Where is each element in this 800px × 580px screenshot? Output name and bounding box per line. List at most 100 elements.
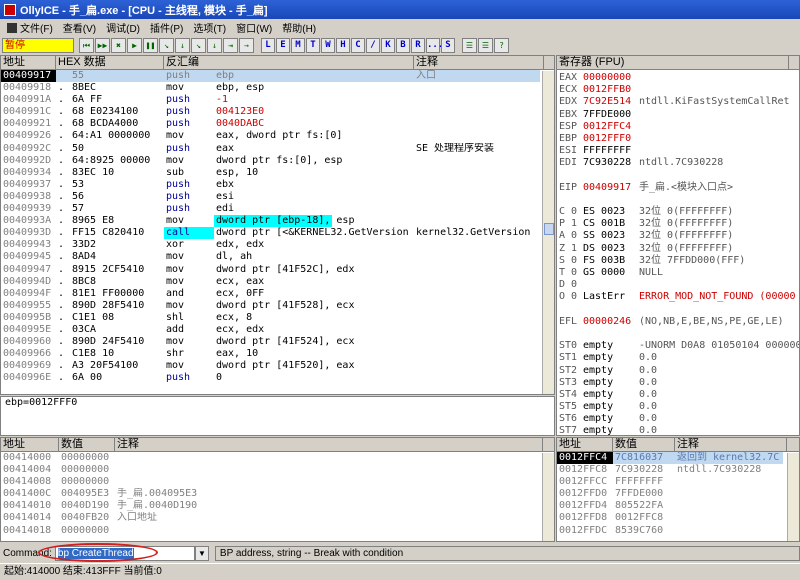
register-row[interactable]: ST7 empty 0.0 bbox=[557, 425, 799, 435]
disasm-row[interactable]: 0040991A. 6A FF push -1 bbox=[1, 94, 554, 106]
register-row[interactable]: ESP 0012FFC4 bbox=[557, 121, 799, 133]
disasm-row[interactable]: 00409937. 53 push ebx bbox=[1, 179, 554, 191]
register-row[interactable]: C 0 ES 0023 32位 0(FFFFFFFF) bbox=[557, 206, 799, 218]
disasm-row[interactable]: 0040994D. 8BC8 mov ecx, eax bbox=[1, 276, 554, 288]
register-row[interactable] bbox=[557, 194, 799, 206]
register-row[interactable]: EBX 7FFDE000 bbox=[557, 109, 799, 121]
col-hex[interactable]: HEX 数据 bbox=[56, 56, 164, 69]
register-row[interactable]: T 0 GS 0000 NULL bbox=[557, 267, 799, 279]
disasm-row[interactable]: 00409945. 8AD4 mov dl, ah bbox=[1, 251, 554, 263]
toolbar-button-4[interactable]: ❚❚ bbox=[143, 37, 158, 53]
disasm-row[interactable]: 0040992C. 50 push eax SE 处理程序安装 bbox=[1, 143, 554, 155]
toolbar-extra-button-2[interactable]: ? bbox=[494, 37, 509, 53]
disasm-row[interactable]: 00409966. C1E8 10 shr eax, 10 bbox=[1, 348, 554, 360]
toolbar-button-3[interactable]: ▶ bbox=[127, 37, 142, 53]
disasm-row[interactable]: 00409947. 8915 2CF5410 mov dword ptr [41F52… bbox=[1, 264, 554, 276]
toolbar-window-button-6[interactable]: C bbox=[351, 37, 365, 53]
dump-row[interactable]: 00414010 0040D190 手_扁.0040D190 bbox=[1, 500, 554, 512]
col-address[interactable]: 地址 bbox=[1, 56, 56, 69]
register-row[interactable]: EDX 7C92E514 ntdll.KiFastSystemCallRet bbox=[557, 96, 799, 108]
toolbar-window-button-2[interactable]: M bbox=[291, 37, 305, 53]
toolbar-window-button-9[interactable]: B bbox=[396, 37, 410, 53]
toolbar-window-button-0[interactable]: L bbox=[261, 37, 275, 53]
disassembly-scrollbar[interactable] bbox=[542, 71, 554, 394]
menu-item-3[interactable]: 插件(P) bbox=[145, 20, 188, 35]
register-row[interactable]: EFL 00000246 (NO,NB,E,BE,NS,PE,GE,LE) bbox=[557, 316, 799, 328]
register-row[interactable]: EDI 7C930228 ntdll.7C930228 bbox=[557, 157, 799, 169]
toolbar-window-button-1[interactable]: E bbox=[276, 37, 290, 53]
stack-row[interactable]: 0012FFC8 7C930228 ntdll.7C930228 bbox=[557, 464, 799, 476]
toolbar-extra-button-1[interactable]: ☰ bbox=[478, 37, 493, 53]
dump-row[interactable]: 00414014 0040FB20 入口地址 bbox=[1, 512, 554, 524]
stack-col-comment[interactable]: 注释 bbox=[675, 438, 787, 451]
dump-col-comment[interactable]: 注释 bbox=[115, 438, 543, 451]
menu-item-1[interactable]: 查看(V) bbox=[58, 20, 101, 35]
disassembly-pane[interactable]: 地址 HEX 数据 反汇编 注释 00409917 55 push ebp 入口 0040… bbox=[0, 55, 555, 395]
dump-row[interactable]: 00414008 00000000 bbox=[1, 476, 554, 488]
disasm-row[interactable]: 00409938. 56 push esi bbox=[1, 191, 554, 203]
toolbar-button-9[interactable]: ⇥ bbox=[223, 37, 238, 53]
register-row[interactable]: O 0 LastErr ERROR_MOD_NOT_FOUND (00000 bbox=[557, 291, 799, 303]
register-row[interactable]: EBP 0012FFF0 bbox=[557, 133, 799, 145]
dump-row[interactable]: 0041400C 004095E3 手_扁.004095E3 bbox=[1, 488, 554, 500]
disasm-row[interactable]: 0040993D. FF15 C820410 call dword ptr [<&KE… bbox=[1, 227, 554, 240]
stack-row[interactable]: 0012FFCC FFFFFFFF bbox=[557, 476, 799, 488]
register-row[interactable]: P 1 CS 001B 32位 0(FFFFFFFF) bbox=[557, 218, 799, 230]
disasm-row[interactable]: 00409918. 8BEC mov ebp, esp bbox=[1, 82, 554, 94]
disasm-row[interactable]: 00409934. 83EC 10 sub esp, 10 bbox=[1, 167, 554, 179]
dump-col-value[interactable]: 数值 bbox=[59, 438, 115, 451]
toolbar-button-5[interactable]: ↘ bbox=[159, 37, 174, 53]
toolbar-button-10[interactable]: → bbox=[239, 37, 254, 53]
toolbar-window-button-10[interactable]: R bbox=[411, 37, 425, 53]
register-row[interactable]: EIP 00409917 手_扁.<模块入口点> bbox=[557, 182, 799, 194]
disasm-row[interactable]: 0040995E. 03CA add ecx, edx bbox=[1, 324, 554, 336]
disasm-row[interactable]: 00409955. 890D 28F5410 mov dword ptr [41F52… bbox=[1, 300, 554, 312]
dump-row[interactable]: 00414000 00000000 bbox=[1, 452, 554, 464]
register-row[interactable]: ESI FFFFFFFF bbox=[557, 145, 799, 157]
dump-pane[interactable]: 地址 数值 注释 00414000 00000000 00414004 0000000… bbox=[0, 437, 555, 542]
disasm-row[interactable]: 00409939. 57 push edi bbox=[1, 203, 554, 215]
dump-row[interactable]: 00414018 00000000 bbox=[1, 525, 554, 537]
toolbar-window-button-3[interactable]: T bbox=[306, 37, 320, 53]
col-disasm[interactable]: 反汇编 bbox=[164, 56, 414, 69]
toolbar-button-7[interactable]: ↘ bbox=[191, 37, 206, 53]
menu-item-4[interactable]: 选项(T) bbox=[188, 20, 231, 35]
disasm-row[interactable]: 00409943. 33D2 xor edx, edx bbox=[1, 239, 554, 251]
register-row[interactable] bbox=[557, 170, 799, 182]
disasm-row[interactable]: 0040994F. 81E1 FF00000 and ecx, 0FF bbox=[1, 288, 554, 300]
register-row[interactable]: ST1 empty 0.0 bbox=[557, 352, 799, 364]
stack-row[interactable]: 0012FFD4 805522FA bbox=[557, 500, 799, 512]
disasm-row[interactable]: 00409921. 68 BCDA4000 push 0040DABC bbox=[1, 118, 554, 130]
stack-col-value[interactable]: 数值 bbox=[613, 438, 675, 451]
dump-col-address[interactable]: 地址 bbox=[1, 438, 59, 451]
disasm-row[interactable]: 0040992D. 64:8925 00000 mov dword ptr fs:[0… bbox=[1, 155, 554, 167]
toolbar-button-1[interactable]: ▶▶ bbox=[95, 37, 110, 53]
col-comment[interactable]: 注释 bbox=[414, 56, 544, 69]
register-row[interactable]: A 0 SS 0023 32位 0(FFFFFFFF) bbox=[557, 230, 799, 242]
register-row[interactable]: ST2 empty 0.0 bbox=[557, 365, 799, 377]
menu-item-0[interactable]: 文件(F) bbox=[2, 20, 58, 35]
toolbar-window-button-5[interactable]: H bbox=[336, 37, 350, 53]
dump-row[interactable]: 00414004 00000000 bbox=[1, 464, 554, 476]
stack-scrollbar[interactable] bbox=[787, 453, 799, 541]
disasm-row[interactable]: 00409926. 64:A1 0000000 mov eax, dword ptr … bbox=[1, 130, 554, 142]
stack-col-address[interactable]: 地址 bbox=[557, 438, 613, 451]
register-row[interactable]: ECX 0012FFB0 bbox=[557, 84, 799, 96]
stack-row[interactable]: 0012FFD0 7FFDE000 bbox=[557, 488, 799, 500]
register-row[interactable]: ST5 empty 0.0 bbox=[557, 401, 799, 413]
command-dropdown-button[interactable]: ▼ bbox=[194, 545, 209, 561]
menu-item-2[interactable]: 调试(D) bbox=[101, 20, 145, 35]
toolbar-button-8[interactable]: ↓ bbox=[207, 37, 222, 53]
toolbar-button-2[interactable]: ✖ bbox=[111, 37, 126, 53]
register-row[interactable]: ST4 empty 0.0 bbox=[557, 389, 799, 401]
register-row[interactable] bbox=[557, 328, 799, 340]
stack-row[interactable]: 0012FFD8 0012FFC8 bbox=[557, 512, 799, 524]
stack-row[interactable]: 0012FFC4 7C816037 返回到 kernel32.7C bbox=[557, 452, 799, 465]
disasm-row[interactable]: 00409917 55 push ebp 入口 bbox=[1, 70, 554, 83]
disasm-row[interactable]: 00409969. A3 20F54100 mov dword ptr [41F520… bbox=[1, 360, 554, 372]
menu-item-6[interactable]: 帮助(H) bbox=[277, 20, 321, 35]
register-row[interactable]: ST0 empty -UNORM D0A8 01050104 00000000 bbox=[557, 340, 799, 352]
toolbar-button-6[interactable]: ↓ bbox=[175, 37, 190, 53]
toolbar-window-button-7[interactable]: / bbox=[366, 37, 380, 53]
register-row[interactable] bbox=[557, 304, 799, 316]
